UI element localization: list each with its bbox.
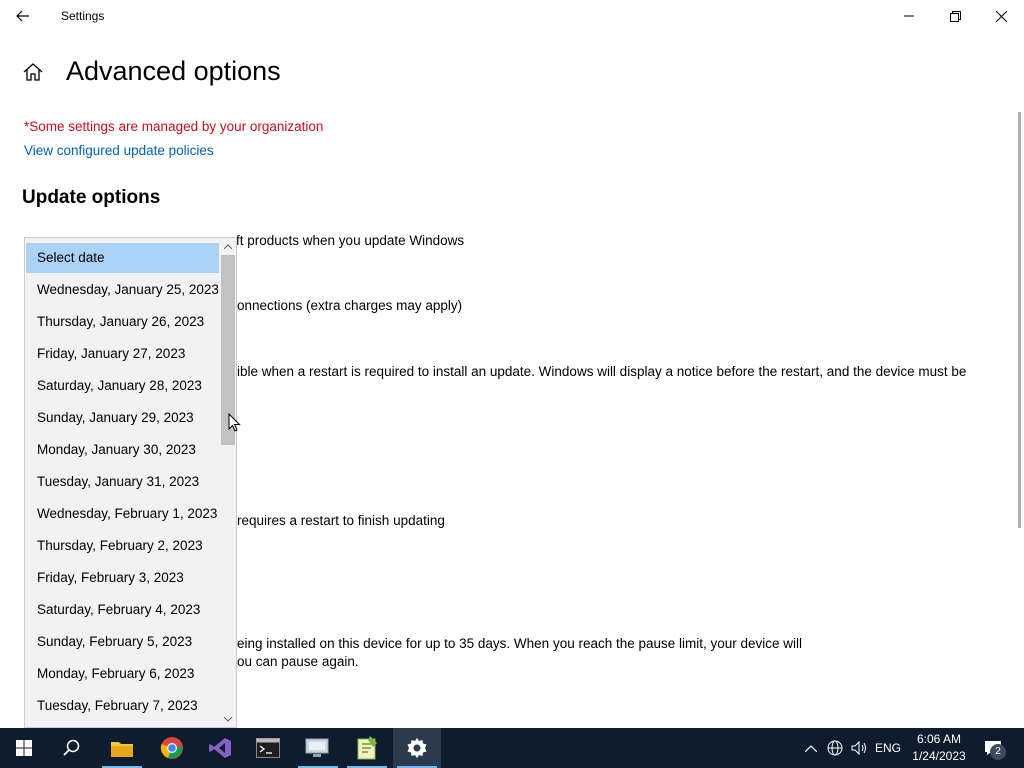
scroll-down-button[interactable] (220, 711, 236, 727)
back-button[interactable] (0, 0, 46, 32)
restore-button[interactable] (932, 0, 978, 32)
chevron-up-icon (224, 243, 232, 249)
option-text-1: ft products when you update Windows (236, 233, 465, 248)
minimize-icon (904, 15, 914, 17)
dropdown-item[interactable]: Sunday, February 5, 2023 (26, 627, 219, 657)
dropdown-item[interactable]: Saturday, February 4, 2023 (26, 595, 219, 625)
language-indicator[interactable]: ENG (871, 728, 905, 768)
search-icon (63, 739, 80, 756)
windows-logo-icon (16, 740, 32, 756)
date-dropdown-list[interactable]: Select date Wednesday, January 25, 2023 … (24, 237, 237, 728)
page-scrollbar[interactable] (1018, 112, 1021, 528)
home-icon[interactable] (22, 61, 46, 85)
chevron-down-icon (224, 716, 232, 722)
speaker-icon (851, 741, 866, 755)
back-arrow-icon (16, 10, 29, 22)
settings-window: Settings Advanced options *Some settings… (0, 0, 1024, 728)
notification-count-badge: 2 (990, 744, 1006, 760)
chevron-up-icon (805, 744, 817, 752)
close-icon (995, 10, 1007, 22)
folder-icon (111, 742, 133, 757)
globe-icon (827, 740, 843, 756)
gear-icon (407, 738, 427, 758)
taskbar: ENG 6:06 AM 1/24/2023 2 (0, 728, 1024, 768)
dropdown-item[interactable]: Friday, February 3, 2023 (26, 563, 219, 593)
taskbar-notepad-plus[interactable] (343, 728, 391, 768)
option-text-6: ou can pause again. (237, 654, 359, 669)
dropdown-item[interactable]: Select date (26, 243, 219, 273)
title-bar: Settings (0, 0, 1024, 32)
dropdown-item[interactable]: Friday, January 27, 2023 (26, 339, 219, 369)
start-button[interactable] (0, 728, 48, 768)
taskbar-remote-desktop[interactable] (294, 728, 342, 768)
taskbar-chrome[interactable] (148, 728, 196, 768)
computer-icon (305, 738, 329, 757)
section-heading: Update options (22, 187, 161, 208)
show-hidden-icons-button[interactable] (800, 728, 822, 768)
dropdown-item[interactable]: Tuesday, February 7, 2023 (26, 691, 219, 721)
volume-button[interactable] (847, 728, 871, 768)
search-button[interactable] (48, 728, 96, 768)
dropdown-item[interactable]: Tuesday, January 31, 2023 (26, 467, 219, 497)
dropdown-item[interactable]: Thursday, February 2, 2023 (26, 531, 219, 561)
scroll-up-button[interactable] (220, 238, 236, 254)
chrome-icon (160, 737, 183, 759)
terminal-icon (256, 738, 280, 758)
clock-date: 1/24/2023 (912, 749, 966, 763)
window-title: Settings (61, 9, 105, 23)
taskbar-file-explorer[interactable] (98, 728, 146, 768)
clock[interactable]: 6:06 AM 1/24/2023 (906, 731, 972, 765)
dropdown-item[interactable]: Saturday, January 28, 2023 (26, 371, 219, 401)
dropdown-item[interactable]: Monday, February 6, 2023 (26, 659, 219, 689)
page-title: Advanced options (66, 56, 281, 86)
minimize-button[interactable] (886, 0, 932, 32)
dropdown-item[interactable]: Wednesday, February 1, 2023 (26, 499, 219, 529)
option-text-4: requires a restart to finish updating (237, 513, 445, 528)
visual-studio-icon (209, 738, 231, 758)
option-text-5: eing installed on this device for up to … (237, 636, 803, 651)
taskbar-settings[interactable] (393, 728, 441, 768)
close-button[interactable] (978, 0, 1024, 32)
taskbar-visual-studio[interactable] (196, 728, 244, 768)
dropdown-item[interactable]: Sunday, January 29, 2023 (26, 403, 219, 433)
dropdown-scrollbar[interactable] (220, 238, 236, 727)
restore-icon (949, 10, 961, 22)
mouse-cursor-icon (228, 412, 242, 433)
notepad-icon (357, 736, 377, 760)
dropdown-item[interactable]: Monday, January 30, 2023 (26, 435, 219, 465)
clock-time: 6:06 AM (916, 732, 962, 746)
dropdown-item[interactable]: Wednesday, January 25, 2023 (26, 275, 219, 305)
option-text-3: ible when a restart is required to insta… (237, 364, 967, 379)
option-text-2: onnections (extra charges may apply) (237, 298, 463, 313)
network-button[interactable] (823, 728, 847, 768)
dropdown-item[interactable]: Thursday, January 26, 2023 (26, 307, 219, 337)
managed-notice: *Some settings are managed by your organ… (24, 119, 324, 134)
taskbar-terminal[interactable] (244, 728, 292, 768)
view-policies-link[interactable]: View configured update policies (24, 143, 214, 158)
